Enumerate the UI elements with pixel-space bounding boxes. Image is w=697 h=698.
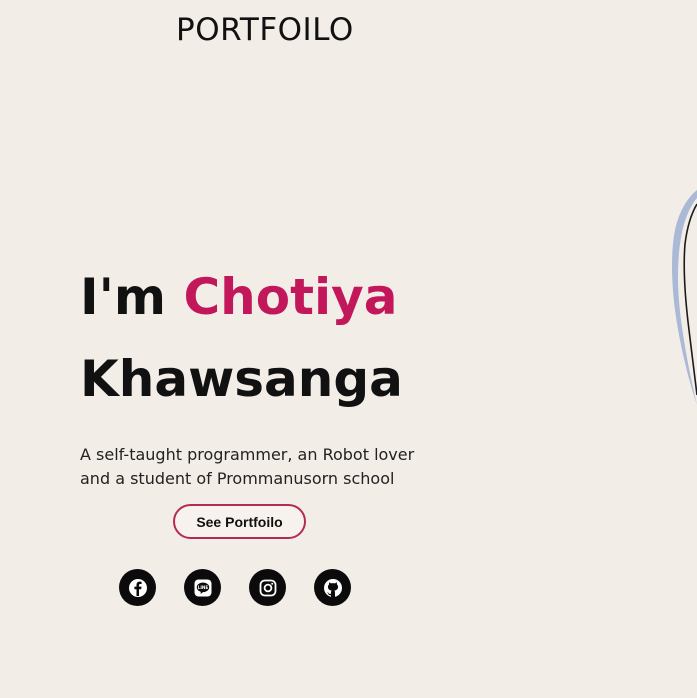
instagram-icon: [259, 579, 276, 596]
facebook-icon: [128, 578, 147, 597]
hero-heading-line-1: I'm Chotiya: [80, 268, 397, 326]
profile-image-frame: [672, 190, 697, 430]
hero-first-name: Chotiya: [183, 268, 398, 326]
tagline-line-2: and a student of Prommanusorn school: [80, 469, 395, 488]
hero-tagline: A self-taught programmer, an Robot lover…: [80, 443, 460, 491]
github-icon: [323, 578, 342, 597]
instagram-link[interactable]: [249, 569, 286, 606]
github-link[interactable]: [314, 569, 351, 606]
social-links: LINE: [119, 569, 351, 606]
see-portfolio-button[interactable]: See Portfoilo: [173, 504, 306, 539]
line-icon: LINE: [194, 579, 211, 596]
site-brand[interactable]: PORTFOILO: [176, 12, 354, 48]
hero-greeting: I'm: [80, 268, 167, 326]
svg-text:LINE: LINE: [197, 585, 208, 590]
hero-last-name: Khawsanga: [80, 350, 403, 408]
facebook-link[interactable]: [119, 569, 156, 606]
line-link[interactable]: LINE: [184, 569, 221, 606]
tagline-line-1: A self-taught programmer, an Robot lover: [80, 445, 415, 464]
